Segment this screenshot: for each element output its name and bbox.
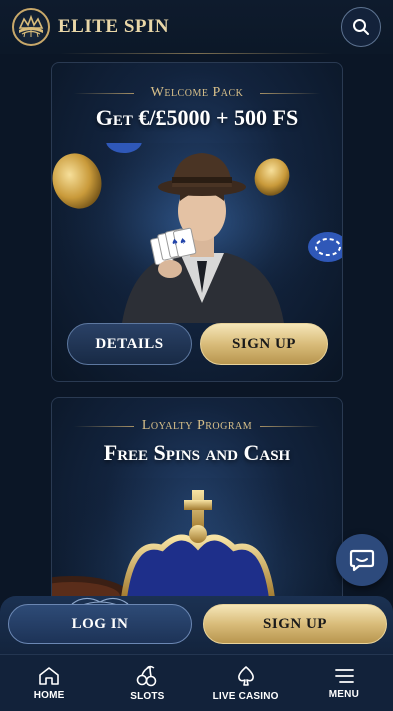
signup-button[interactable]: SIGN UP xyxy=(203,604,387,644)
details-button[interactable]: DETAILS xyxy=(67,323,192,365)
promo-feed[interactable]: Welcome Pack Get €/£5000 + 500 FS ♠ ♠ DE… xyxy=(0,54,393,654)
home-icon xyxy=(39,666,59,685)
auth-bar: LOG IN SIGN UP xyxy=(0,596,393,654)
top-header: ELITE SPIN xyxy=(0,0,393,54)
promo-headline: Get €/£5000 + 500 FS xyxy=(95,105,299,130)
nav-label: LIVE CASINO xyxy=(212,690,279,702)
logo-icon[interactable] xyxy=(12,8,50,46)
cherries-icon xyxy=(137,665,157,686)
chat-bubble-icon xyxy=(349,549,375,572)
nav-item-menu[interactable]: MENU xyxy=(295,655,393,711)
nav-label: HOME xyxy=(33,689,65,701)
nav-item-slots[interactable]: SLOTS xyxy=(98,655,196,711)
promo-kicker: Loyalty Program xyxy=(141,418,253,433)
welcome-pack-card[interactable]: Welcome Pack Get €/£5000 + 500 FS ♠ ♠ DE… xyxy=(51,62,343,382)
nav-label: MENU xyxy=(328,688,359,700)
search-icon xyxy=(353,19,369,35)
nav-item-home[interactable]: HOME xyxy=(0,655,98,711)
search-button[interactable] xyxy=(341,7,381,47)
signup-button[interactable]: SIGN UP xyxy=(200,323,328,365)
spade-icon xyxy=(237,665,254,686)
bottom-navigation: HOME SLOTS LIVE CASINO MENU xyxy=(0,654,393,711)
live-chat-button[interactable] xyxy=(336,534,388,586)
nav-label: SLOTS xyxy=(130,690,165,702)
promo-kicker: Welcome Pack xyxy=(150,85,244,100)
menu-icon xyxy=(334,668,354,683)
nav-item-live-casino[interactable]: LIVE CASINO xyxy=(197,655,295,711)
brand-name[interactable]: ELITE SPIN xyxy=(58,16,169,38)
login-button[interactable]: LOG IN xyxy=(8,604,192,644)
gentleman-with-cards-illustration: ♠ ♠ xyxy=(52,143,342,323)
promo-headline: Free Spins and Cash xyxy=(103,440,291,465)
